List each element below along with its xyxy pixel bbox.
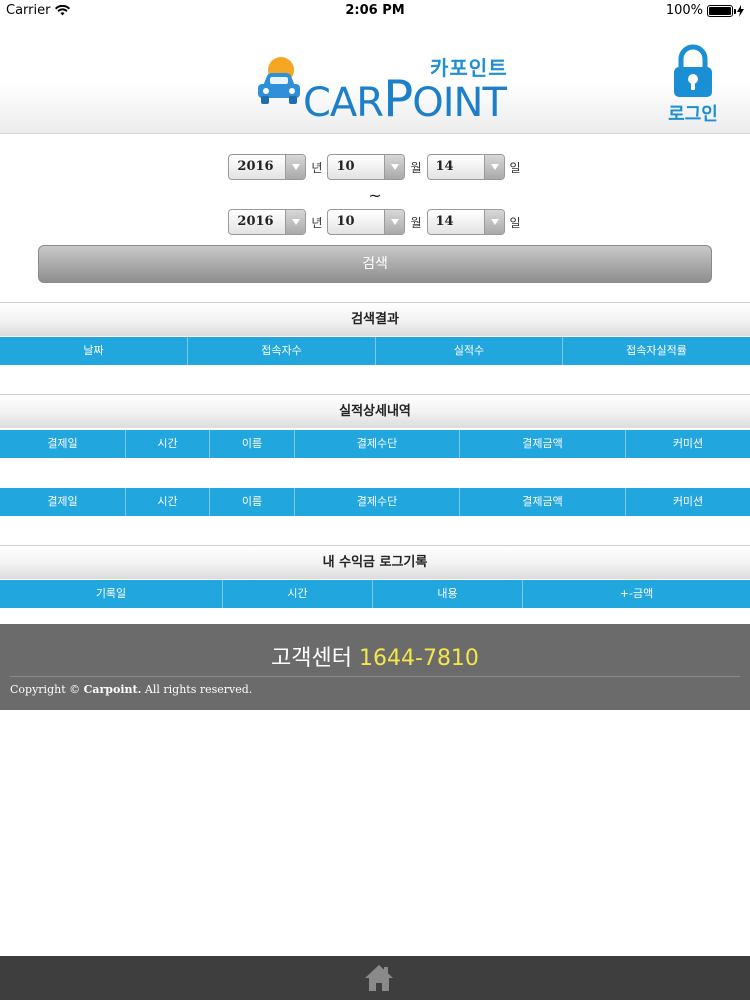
revenue-col-content[interactable]: 내용 [373, 580, 523, 608]
customer-center: 고객센터 1644-7810 [0, 640, 750, 672]
to-day-select[interactable]: 14 [426, 209, 505, 235]
details-col-name[interactable]: 이름 [210, 430, 295, 458]
details-section-title: 실적상세내역 [0, 394, 750, 428]
to-month-select[interactable]: 10 [327, 209, 406, 235]
to-month-value: 10 [336, 214, 355, 229]
unit-year-label: 년 [311, 160, 323, 175]
from-month-select[interactable]: 10 [327, 154, 406, 180]
customer-center-phone[interactable]: 1644-7810 [359, 646, 479, 671]
home-icon[interactable] [364, 964, 394, 992]
carpoint-logo[interactable]: 카포인트 CARPOINT [255, 52, 510, 128]
footer-divider [10, 676, 740, 677]
details-table-header-2: 결제일 시간 이름 결제수단 결제금액 커미션 [0, 488, 750, 516]
chevron-down-icon [285, 210, 306, 234]
details2-col-method[interactable]: 결제수단 [295, 488, 460, 516]
details-table-header: 결제일 시간 이름 결제수단 결제금액 커미션 [0, 430, 750, 458]
chevron-down-icon [384, 210, 405, 234]
revenue-col-amount[interactable]: +-금액 [523, 580, 750, 608]
search-button[interactable]: 검색 [38, 245, 712, 283]
login-label: 로그인 [668, 104, 718, 125]
battery-icon [707, 4, 736, 17]
header: 카포인트 CARPOINT 로그인 [0, 22, 750, 134]
logo-english-text: CARPOINT [303, 70, 507, 128]
logo-oint: OINT [412, 80, 507, 126]
revenue-col-time[interactable]: 시간 [223, 580, 373, 608]
to-day-value: 14 [435, 214, 454, 229]
to-year-select[interactable]: 2016 [228, 209, 307, 235]
details2-col-time[interactable]: 시간 [126, 488, 210, 516]
from-month-value: 10 [336, 159, 355, 174]
details2-col-name[interactable]: 이름 [210, 488, 295, 516]
page: Carrier 2:06 PM 100% 카포인트 CARPOINT 로그인 2… [0, 0, 750, 1000]
copyright-brand: Carpoint. [83, 683, 142, 696]
copyright-text: Copyright © Carpoint. All rights reserve… [10, 683, 252, 696]
chevron-down-icon [384, 155, 405, 179]
status-right: 100% [666, 3, 744, 18]
date-to-row: 2016 년 10 월 14 일 [0, 208, 750, 236]
footer: 고객센터 1644-7810 Copyright © Carpoint. All… [0, 624, 750, 710]
battery-percent: 100% [665, 3, 703, 18]
details2-col-paydate[interactable]: 결제일 [0, 488, 126, 516]
copyright-prefix: Copyright © [10, 683, 84, 696]
revenue-log-section-title: 내 수익금 로그기록 [0, 545, 750, 579]
results-col-date[interactable]: 날짜 [0, 337, 188, 365]
chevron-down-icon [483, 210, 504, 234]
status-bar: Carrier 2:06 PM 100% [0, 0, 750, 22]
from-day-value: 14 [435, 159, 454, 174]
bottom-toolbar [0, 956, 750, 1000]
results-col-performance[interactable]: 실적수 [376, 337, 563, 365]
from-day-select[interactable]: 14 [426, 154, 505, 180]
login-button[interactable]: 로그인 [664, 44, 722, 128]
date-from-row: 2016 년 10 월 14 일 [0, 153, 750, 181]
results-col-rate[interactable]: 접속자실적률 [563, 337, 750, 365]
from-year-value: 2016 [237, 159, 274, 174]
chevron-down-icon [285, 155, 306, 179]
logo-p: P [383, 70, 413, 128]
results-table-header: 날짜 접속자수 실적수 접속자실적률 [0, 337, 750, 365]
revenue-log-table-header: 기록일 시간 내용 +-금액 [0, 580, 750, 608]
unit-day-label: 일 [509, 160, 521, 175]
details-col-amount[interactable]: 결제금액 [460, 430, 626, 458]
chevron-down-icon [483, 155, 504, 179]
copyright-suffix: All rights reserved. [141, 683, 253, 696]
logo-car: CAR [303, 80, 384, 126]
lock-icon [674, 44, 712, 97]
to-year-value: 2016 [237, 214, 274, 229]
details-col-method[interactable]: 결제수단 [295, 430, 460, 458]
details-col-commission[interactable]: 커미션 [626, 430, 750, 458]
details2-col-amount[interactable]: 결제금액 [460, 488, 626, 516]
unit-year-label: 년 [311, 215, 323, 230]
details-col-time[interactable]: 시간 [126, 430, 210, 458]
status-time: 2:06 PM [345, 3, 405, 18]
unit-day-label: 일 [509, 215, 521, 230]
customer-center-label: 고객센터 [271, 646, 353, 671]
date-range-separator: ~ [368, 186, 382, 205]
results-col-visitors[interactable]: 접속자수 [188, 337, 376, 365]
details-col-paydate[interactable]: 결제일 [0, 430, 126, 458]
car-sun-icon [258, 57, 300, 104]
unit-month-label: 월 [410, 215, 422, 230]
charging-icon [737, 4, 744, 17]
revenue-col-recorddate[interactable]: 기록일 [0, 580, 223, 608]
unit-month-label: 월 [410, 160, 422, 175]
from-year-select[interactable]: 2016 [228, 154, 307, 180]
results-section-title: 검색결과 [0, 302, 750, 336]
details2-col-commission[interactable]: 커미션 [626, 488, 750, 516]
